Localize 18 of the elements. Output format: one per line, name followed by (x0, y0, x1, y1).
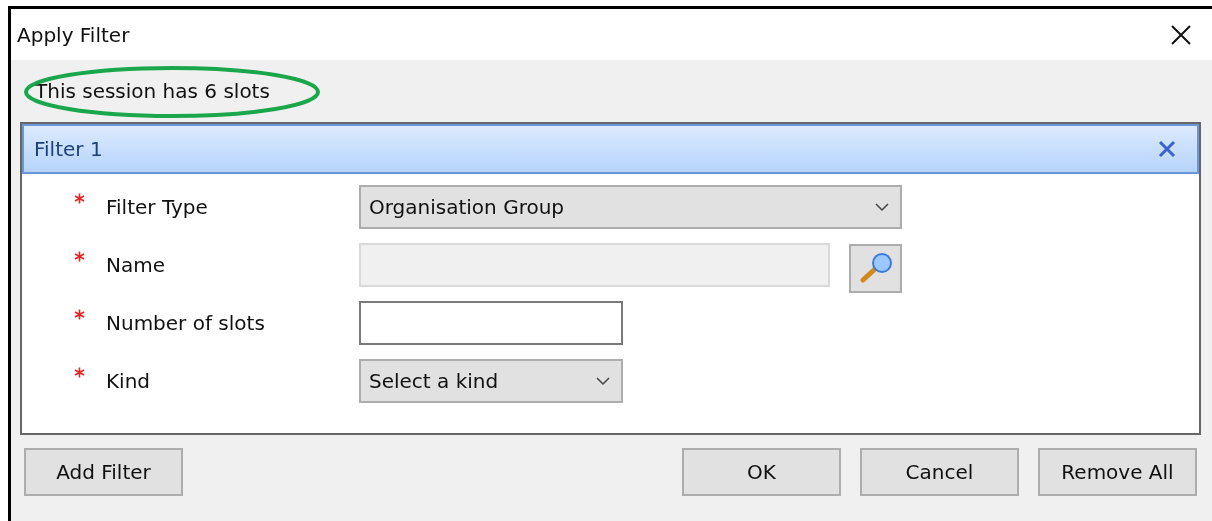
dialog-button[interactable]: Cancel (860, 448, 1019, 496)
field-label: Number of slots (106, 310, 266, 337)
dropdown[interactable]: Organisation Group (359, 185, 902, 229)
session-info: This session has 6 slots (35, 78, 270, 105)
dialog-button[interactable]: Remove All (1038, 448, 1197, 496)
field-label: Name (106, 252, 166, 279)
input-field[interactable] (359, 301, 623, 345)
field-label: Filter Type (106, 194, 209, 221)
field-label: Kind (106, 368, 152, 395)
window-title: Apply Filter (17, 21, 130, 49)
filter-title: Filter 1 (34, 136, 103, 163)
dropdown[interactable]: Select a kind (359, 359, 623, 403)
chevron-icon (595, 376, 611, 386)
close-icon[interactable] (1170, 23, 1192, 46)
chevron-icon (874, 202, 890, 212)
dialog-button[interactable]: OK (682, 448, 841, 496)
dialog-button[interactable]: Add Filter (24, 448, 183, 496)
search-button[interactable] (849, 243, 902, 293)
